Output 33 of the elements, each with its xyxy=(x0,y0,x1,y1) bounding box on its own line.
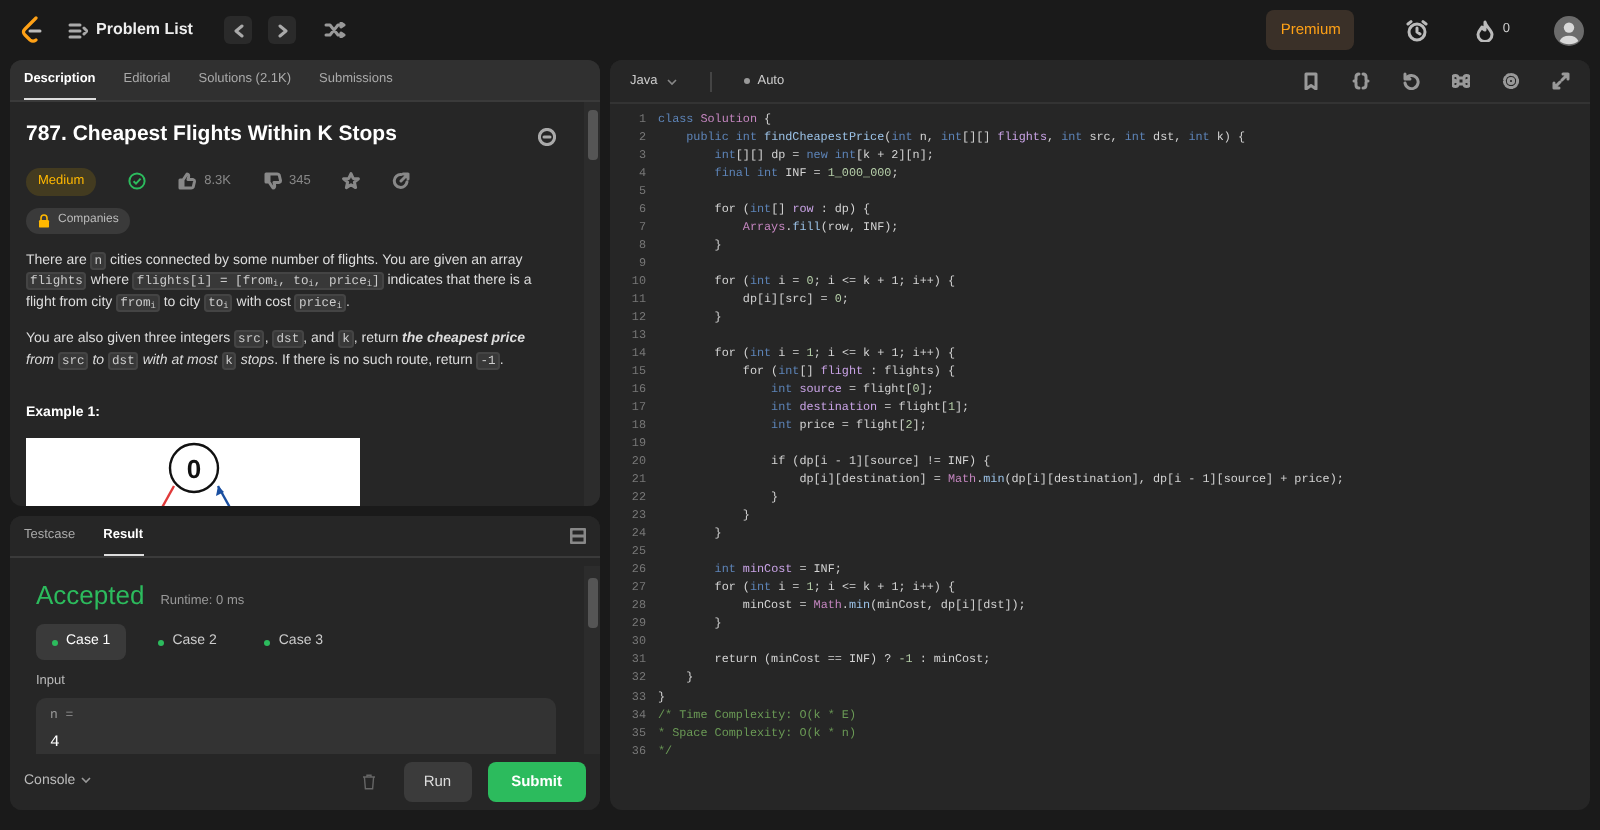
variable-value: 4 xyxy=(50,731,62,754)
problem-title: 787. Cheapest Flights Within K Stops xyxy=(26,120,397,151)
flame-icon[interactable] xyxy=(1476,19,1495,41)
logo-icon[interactable] xyxy=(20,16,44,44)
verdict-text: Accepted xyxy=(36,578,145,615)
panel-layout-icon[interactable] xyxy=(570,528,586,545)
caret-icon xyxy=(665,77,678,85)
scrollbar[interactable] xyxy=(584,566,600,754)
star-icon[interactable] xyxy=(342,172,361,191)
share-icon[interactable] xyxy=(392,172,411,191)
caret-icon xyxy=(79,775,92,784)
trash-icon[interactable] xyxy=(361,774,376,790)
reset-icon[interactable] xyxy=(1402,72,1420,90)
braces-icon[interactable] xyxy=(1352,72,1370,90)
shuffle-icon[interactable] xyxy=(324,22,347,38)
thumbs-down-icon[interactable] xyxy=(263,172,281,191)
chevron-right-icon xyxy=(277,23,288,37)
chevron-left-icon xyxy=(233,23,244,37)
problem-list-link[interactable]: Problem List xyxy=(96,18,193,42)
next-button[interactable] xyxy=(268,16,297,44)
example-graph-image: 0 xyxy=(26,437,360,507)
command-icon[interactable] xyxy=(1452,72,1470,90)
lock-icon xyxy=(38,213,50,228)
alarm-clock-icon[interactable] xyxy=(1406,19,1429,41)
scrollbar[interactable] xyxy=(584,102,600,507)
settings-icon[interactable] xyxy=(1502,72,1520,90)
expand-icon[interactable] xyxy=(1552,72,1570,90)
thumbs-up-icon[interactable] xyxy=(178,172,197,191)
info-icon[interactable] xyxy=(538,127,556,146)
previous-button[interactable] xyxy=(224,16,253,44)
bookmark-icon[interactable] xyxy=(1302,72,1320,90)
list-icon[interactable] xyxy=(68,21,88,39)
avatar-icon[interactable] xyxy=(1554,15,1584,45)
